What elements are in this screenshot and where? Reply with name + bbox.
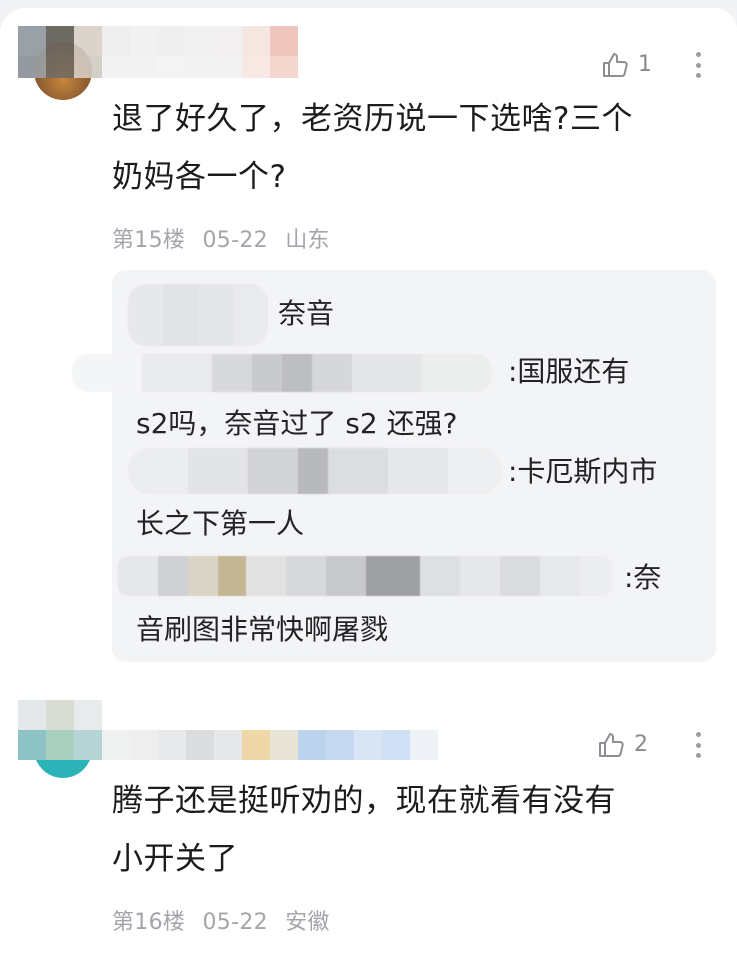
reply-text: 奈音 xyxy=(278,297,335,330)
like-button[interactable]: 1 xyxy=(600,50,652,80)
more-vertical-icon[interactable] xyxy=(696,732,702,758)
comment-card: 2 腾子还是挺听劝的，现在就看有没有 小开关了 第16楼 05-22 安徽 xyxy=(0,694,737,970)
floor-number: 第16楼 xyxy=(112,910,186,935)
more-vertical-icon[interactable] xyxy=(696,52,702,78)
comment-location: 山东 xyxy=(285,228,330,253)
floor-number: 第15楼 xyxy=(112,228,186,253)
like-button[interactable]: 2 xyxy=(596,730,648,760)
comment-line: 腾子还是挺听劝的，现在就看有没有 xyxy=(112,783,616,819)
reply-item[interactable]: :奈 音刷图非常快啊屠戮 xyxy=(136,552,696,656)
thumbs-up-icon xyxy=(603,53,628,77)
comment-line: 退了好久了，老资历说一下选啥?三个 xyxy=(112,101,633,137)
comment-card: 1 退了好久了，老资历说一下选啥?三个 奶妈各一个? 第15楼 05-22 山东… xyxy=(0,8,737,694)
avatar-mosaic xyxy=(18,26,102,78)
username-mosaic-row2 xyxy=(18,730,438,760)
comment-feed: 1 退了好久了，老资历说一下选啥?三个 奶妈各一个? 第15楼 05-22 山东… xyxy=(0,0,737,970)
comment-date: 05-22 xyxy=(202,910,268,935)
reply-line: 音刷图非常快啊屠戮 xyxy=(136,613,389,646)
reply-item[interactable]: :卡厄斯内市 长之下第一人 xyxy=(136,446,696,550)
reply-list[interactable]: 奈音 :国服还有 s2吗，奈音过了 s2 还强?:卡厄斯内市 长之下第一人:… xyxy=(72,270,716,662)
thumbs-up-icon xyxy=(599,733,624,757)
reply-line: :国服还有 xyxy=(508,355,630,388)
like-count: 2 xyxy=(634,732,648,757)
reply-username-blurred[interactable] xyxy=(128,284,268,346)
reply-item[interactable]: :国服还有 s2吗，奈音过了 s2 还强? xyxy=(136,346,696,450)
comment-meta: 第16楼 05-22 安徽 xyxy=(112,904,330,936)
reply-item[interactable]: 奈音 xyxy=(278,288,334,340)
comment-body: 退了好久了，老资历说一下选啥?三个 奶妈各一个? xyxy=(112,90,712,206)
comment-meta: 第15楼 05-22 山东 xyxy=(112,222,330,254)
comment-line: 奶妈各一个? xyxy=(112,159,287,195)
username-mosaic[interactable] xyxy=(18,700,102,730)
comment-location: 安徽 xyxy=(285,910,330,935)
reply-line: 长之下第一人 xyxy=(136,507,305,540)
comment-body: 腾子还是挺听劝的，现在就看有没有 小开关了 xyxy=(112,772,712,888)
comment-line: 小开关了 xyxy=(112,841,238,877)
reply-line: s2吗，奈音过了 s2 还强? xyxy=(136,407,458,440)
comment-date: 05-22 xyxy=(202,228,268,253)
like-count: 1 xyxy=(638,52,652,77)
reply-line: :卡厄斯内市 xyxy=(508,455,658,488)
reply-line: :奈 xyxy=(624,561,662,594)
